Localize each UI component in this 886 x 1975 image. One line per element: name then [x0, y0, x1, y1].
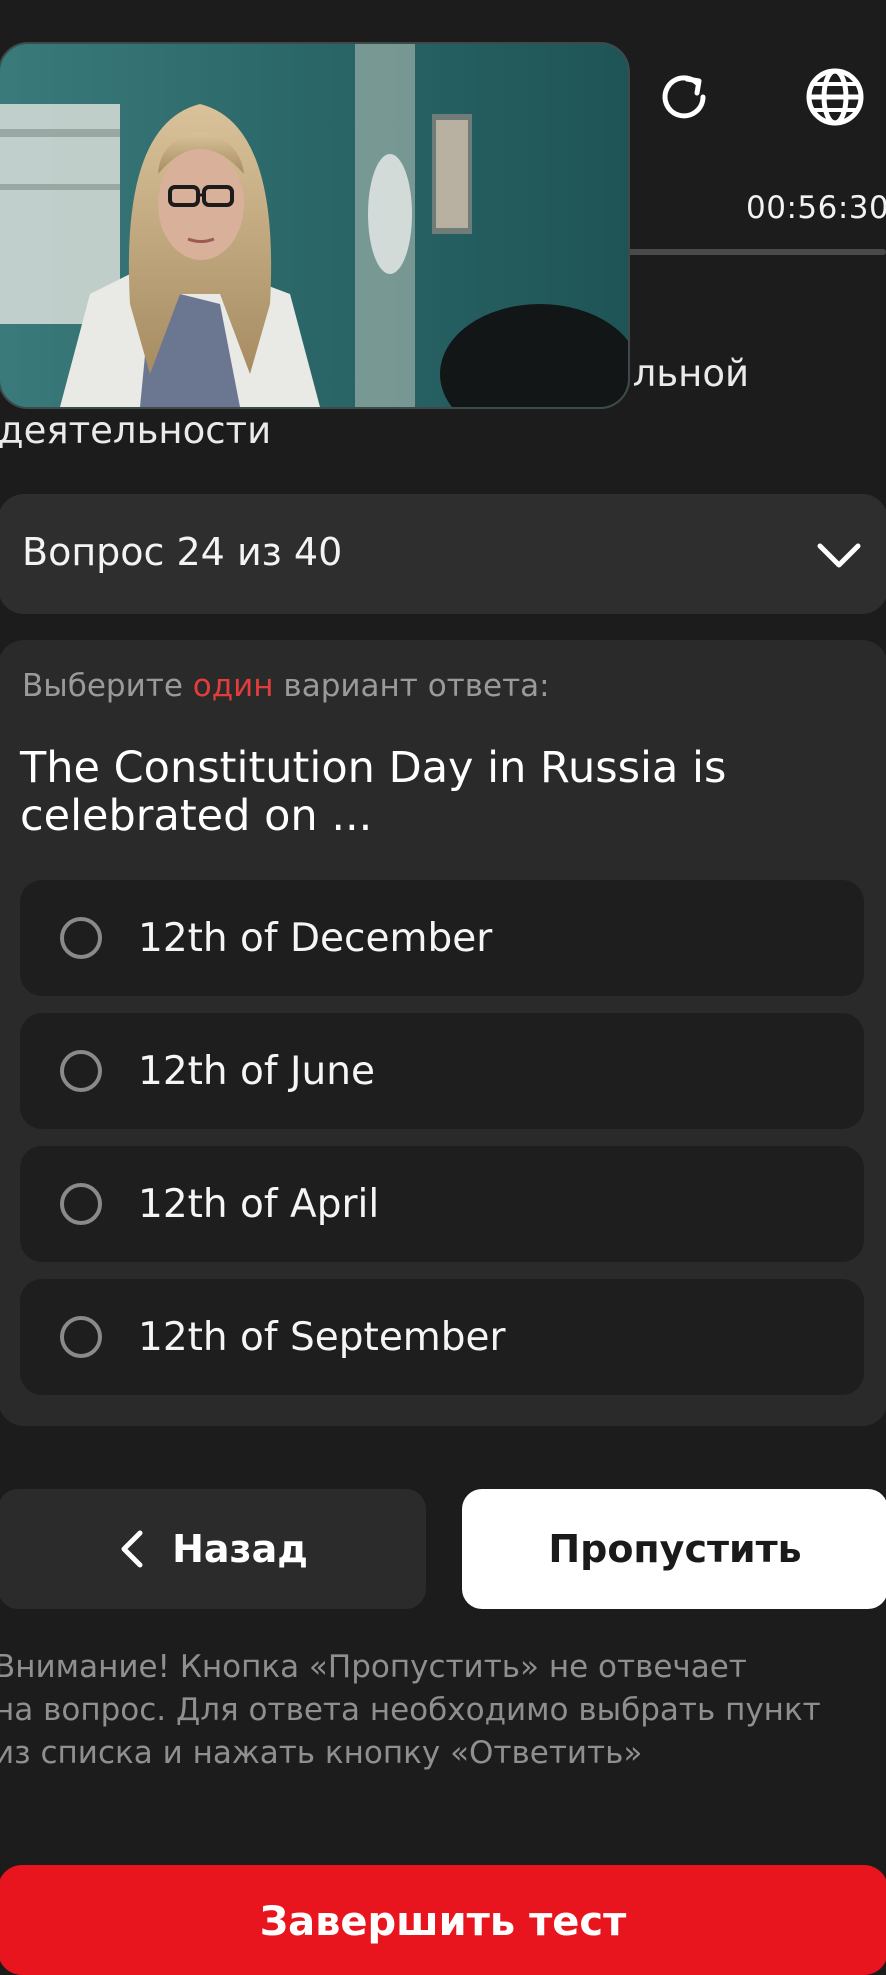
- subject-title-line2: деятельности: [0, 409, 272, 452]
- skip-warning: Внимание! Кнопка «Пропустить» не отвечае…: [0, 1646, 874, 1775]
- answer-option-3[interactable]: 12th of April: [20, 1146, 864, 1262]
- language-button[interactable]: [800, 62, 870, 132]
- globe-icon: [806, 68, 864, 126]
- question-counter: Вопрос 24 из 40: [22, 530, 343, 574]
- warning-line-3: из списка и нажать кнопку «Ответить»: [0, 1735, 643, 1771]
- refresh-icon: [662, 75, 706, 119]
- chevron-left-icon: [121, 1530, 143, 1568]
- refresh-button[interactable]: [649, 62, 719, 132]
- instruction-suffix: вариант ответа:: [273, 668, 550, 704]
- finish-test-label: Завершить тест: [259, 1899, 627, 1945]
- question-card: Выберите один вариант ответа: The Consti…: [0, 640, 886, 1426]
- skip-button-label: Пропустить: [548, 1527, 802, 1571]
- answer-option-2[interactable]: 12th of June: [20, 1013, 864, 1129]
- question-text: The Constitution Day in Russia is celebr…: [20, 743, 727, 841]
- instruction-prefix: Выберите: [22, 668, 193, 704]
- answer-option-1[interactable]: 12th of December: [20, 880, 864, 996]
- question-selector[interactable]: Вопрос 24 из 40: [0, 494, 886, 614]
- radio-button[interactable]: [60, 1316, 102, 1358]
- instruction-highlight: один: [192, 668, 274, 704]
- warning-line-1: Внимание! Кнопка «Пропустить» не отвечае…: [0, 1649, 747, 1685]
- back-button[interactable]: Назад: [0, 1489, 426, 1609]
- answer-option-label: 12th of June: [138, 1048, 375, 1094]
- finish-test-button[interactable]: Завершить тест: [0, 1865, 886, 1975]
- video-preview[interactable]: [0, 42, 630, 409]
- skip-button[interactable]: Пропустить: [462, 1489, 886, 1609]
- warning-line-2: на вопрос. Для ответа необходимо выбрать…: [0, 1692, 821, 1728]
- back-button-label: Назад: [172, 1527, 308, 1571]
- timer: 00:56:30: [746, 190, 886, 226]
- radio-button[interactable]: [60, 917, 102, 959]
- video-frame-illustration: [0, 44, 628, 407]
- chevron-down-icon: [817, 543, 861, 568]
- radio-button[interactable]: [60, 1050, 102, 1092]
- answer-option-label: 12th of December: [138, 915, 493, 961]
- answer-option-label: 12th of April: [138, 1181, 380, 1227]
- subject-title-fragment: альной: [610, 352, 750, 395]
- answer-option-label: 12th of September: [138, 1314, 506, 1360]
- radio-button[interactable]: [60, 1183, 102, 1225]
- answer-instruction: Выберите один вариант ответа:: [22, 668, 550, 704]
- answer-option-4[interactable]: 12th of September: [20, 1279, 864, 1395]
